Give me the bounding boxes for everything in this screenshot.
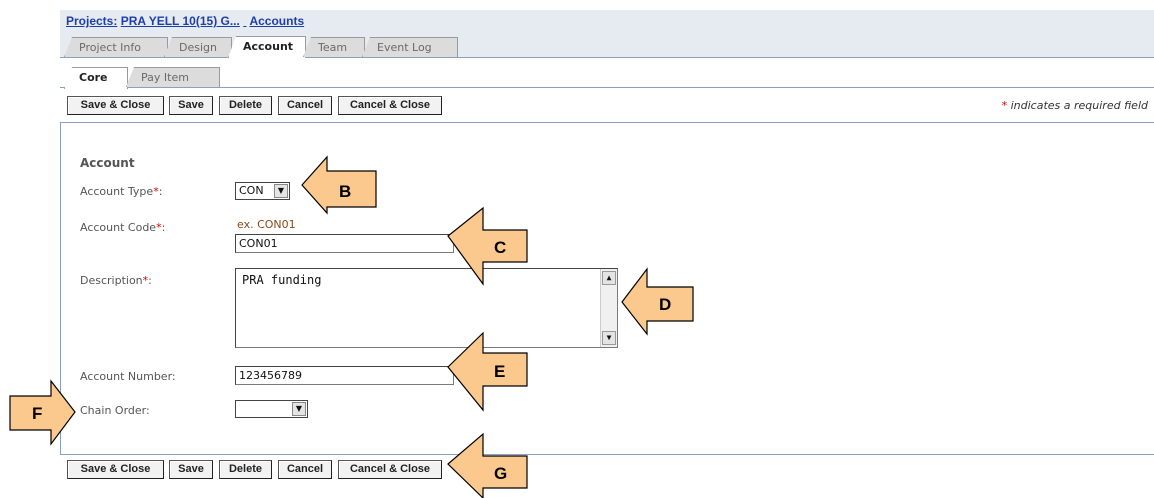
callout-arrow-e	[447, 331, 528, 412]
callout-overlay	[9, 155, 694, 498]
callout-arrow-c	[447, 206, 528, 286]
callout-f: F	[32, 404, 43, 423]
callout-arrow-d	[621, 267, 694, 336]
callout-c: C	[494, 238, 507, 257]
callout-g: G	[494, 464, 508, 483]
callout-b: B	[339, 182, 352, 201]
callout-e: E	[494, 362, 506, 381]
callout-arrow-f	[9, 379, 76, 446]
callout-d: D	[659, 295, 672, 314]
callout-arrow-g	[447, 432, 528, 498]
